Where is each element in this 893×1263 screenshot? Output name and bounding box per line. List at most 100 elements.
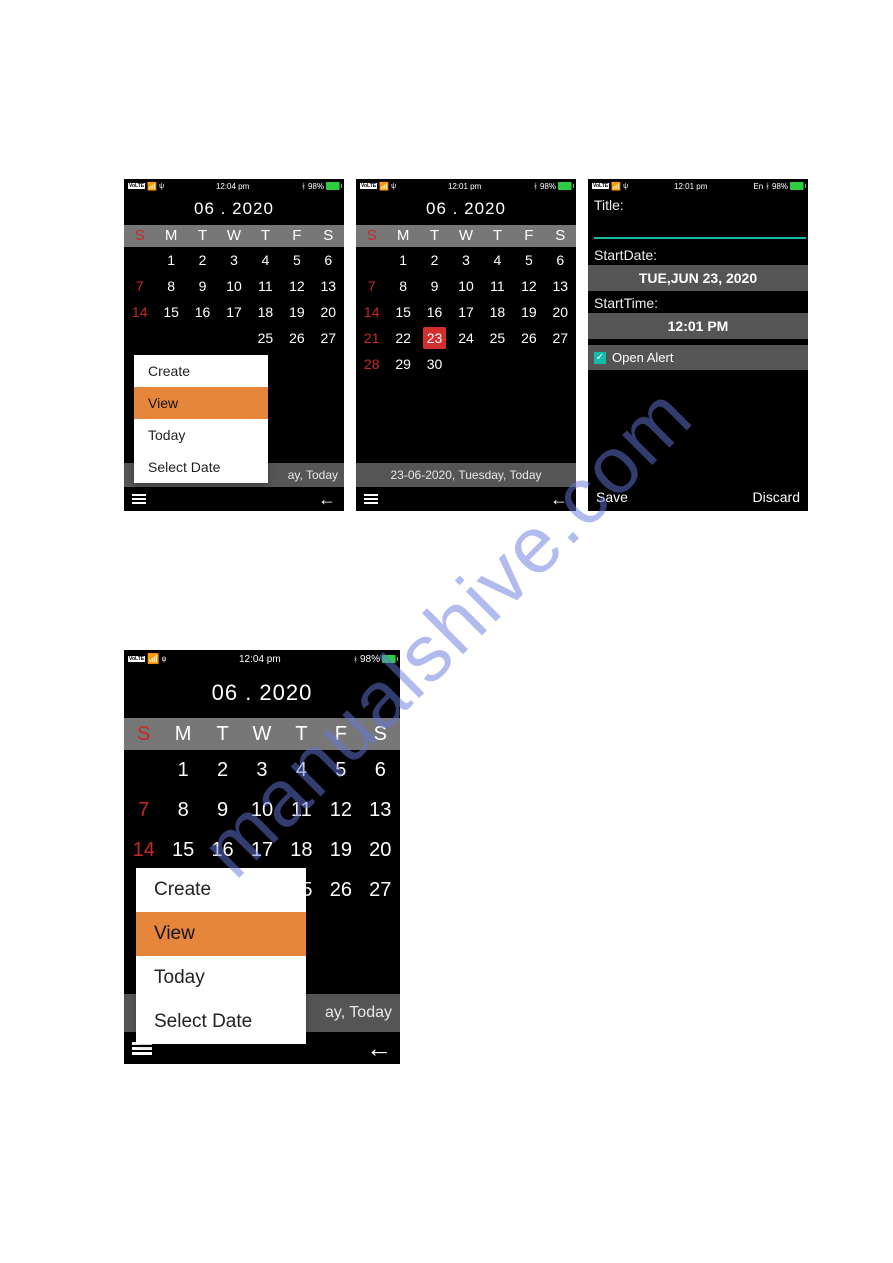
- day-cell-selected[interactable]: 23: [423, 327, 446, 349]
- day-cell[interactable]: 19: [281, 299, 312, 325]
- day-cell[interactable]: 4: [482, 247, 513, 273]
- menu-icon[interactable]: [364, 494, 378, 504]
- menu-create[interactable]: Create: [134, 355, 268, 387]
- day-cell[interactable]: 9: [187, 273, 218, 299]
- menu-view[interactable]: View: [134, 387, 268, 419]
- menu-create[interactable]: Create: [136, 868, 306, 912]
- day-cell[interactable]: 1: [155, 247, 186, 273]
- open-alert-row[interactable]: ✓ Open Alert: [588, 345, 808, 370]
- day-cell[interactable]: 20: [545, 299, 576, 325]
- day-cell[interactable]: 6: [313, 247, 344, 273]
- day-cell[interactable]: 21: [356, 325, 387, 351]
- day-cell[interactable]: 22: [387, 325, 418, 351]
- day-cell[interactable]: 2: [203, 750, 242, 790]
- day-cell[interactable]: 12: [321, 790, 360, 830]
- day-cell[interactable]: 15: [163, 830, 202, 870]
- day-cell[interactable]: 2: [419, 247, 450, 273]
- back-icon[interactable]: ←: [550, 489, 568, 510]
- day-cell[interactable]: 14: [124, 299, 155, 325]
- day-cell[interactable]: 27: [361, 870, 400, 910]
- back-icon[interactable]: ←: [366, 1033, 392, 1064]
- menu-today[interactable]: Today: [134, 419, 268, 451]
- day-cell[interactable]: 3: [218, 247, 249, 273]
- menu-today[interactable]: Today: [136, 956, 306, 1000]
- day-cell[interactable]: 9: [203, 790, 242, 830]
- day-cell[interactable]: 14: [124, 830, 163, 870]
- day-cell[interactable]: 4: [250, 247, 281, 273]
- day-cell[interactable]: 13: [313, 273, 344, 299]
- checkbox-icon[interactable]: ✓: [594, 352, 606, 364]
- startdate-value[interactable]: TUE,JUN 23, 2020: [588, 265, 808, 291]
- day-cell[interactable]: 7: [124, 273, 155, 299]
- day-cell[interactable]: 25: [250, 325, 281, 351]
- day-cell[interactable]: 7: [356, 273, 387, 299]
- day-cell[interactable]: 11: [482, 273, 513, 299]
- save-button[interactable]: Save: [596, 489, 628, 505]
- day-cell[interactable]: 6: [361, 750, 400, 790]
- volte-icon: VoLTE: [128, 183, 145, 189]
- day-cell[interactable]: 27: [545, 325, 576, 351]
- day-cell[interactable]: 11: [282, 790, 321, 830]
- day-cell[interactable]: 26: [321, 870, 360, 910]
- day-cell[interactable]: 3: [242, 750, 281, 790]
- week-row: 7 8 9 10 11 12 13: [124, 273, 344, 299]
- day-cell[interactable]: 12: [281, 273, 312, 299]
- day-cell[interactable]: 8: [163, 790, 202, 830]
- menu-select-date[interactable]: Select Date: [136, 1000, 306, 1044]
- day-cell[interactable]: 15: [387, 299, 418, 325]
- day-cell[interactable]: 15: [155, 299, 186, 325]
- starttime-value[interactable]: 12:01 PM: [588, 313, 808, 339]
- day-cell[interactable]: 17: [450, 299, 481, 325]
- day-cell[interactable]: 20: [361, 830, 400, 870]
- day-cell[interactable]: 16: [203, 830, 242, 870]
- day-cell[interactable]: 16: [419, 299, 450, 325]
- discard-button[interactable]: Discard: [753, 489, 800, 505]
- day-cell[interactable]: 2: [187, 247, 218, 273]
- day-cell[interactable]: 10: [450, 273, 481, 299]
- day-cell[interactable]: 13: [545, 273, 576, 299]
- day-cell[interactable]: 10: [218, 273, 249, 299]
- day-cell[interactable]: 8: [155, 273, 186, 299]
- day-cell[interactable]: 10: [242, 790, 281, 830]
- day-cell[interactable]: 6: [545, 247, 576, 273]
- day-cell[interactable]: 13: [361, 790, 400, 830]
- day-cell[interactable]: 1: [163, 750, 202, 790]
- startdate-label: StartDate:: [588, 243, 808, 265]
- day-cell[interactable]: 19: [513, 299, 544, 325]
- day-cell[interactable]: 7: [124, 790, 163, 830]
- day-cell[interactable]: 12: [513, 273, 544, 299]
- day-cell[interactable]: 26: [513, 325, 544, 351]
- day-cell[interactable]: 16: [187, 299, 218, 325]
- day-cell[interactable]: 11: [250, 273, 281, 299]
- day-cell[interactable]: 18: [482, 299, 513, 325]
- menu-icon[interactable]: [132, 494, 146, 504]
- day-cell[interactable]: 30: [419, 351, 450, 377]
- day-cell[interactable]: 29: [387, 351, 418, 377]
- day-cell[interactable]: 4: [282, 750, 321, 790]
- menu-view[interactable]: View: [136, 912, 306, 956]
- day-cell[interactable]: 28: [356, 351, 387, 377]
- day-cell[interactable]: 27: [313, 325, 344, 351]
- back-icon[interactable]: ←: [318, 489, 336, 510]
- day-cell[interactable]: 5: [321, 750, 360, 790]
- day-cell[interactable]: 14: [356, 299, 387, 325]
- day-cell[interactable]: 18: [282, 830, 321, 870]
- day-cell[interactable]: 25: [482, 325, 513, 351]
- day-cell[interactable]: 20: [313, 299, 344, 325]
- day-cell[interactable]: 5: [281, 247, 312, 273]
- day-cell[interactable]: 17: [218, 299, 249, 325]
- day-cell[interactable]: 18: [250, 299, 281, 325]
- day-cell[interactable]: 8: [387, 273, 418, 299]
- dow-sun: S: [124, 225, 155, 247]
- day-cell[interactable]: 26: [281, 325, 312, 351]
- day-cell[interactable]: 3: [450, 247, 481, 273]
- day-cell[interactable]: 9: [419, 273, 450, 299]
- menu-select-date[interactable]: Select Date: [134, 451, 268, 483]
- usb-icon: ψ: [623, 183, 628, 190]
- day-cell[interactable]: 5: [513, 247, 544, 273]
- day-cell[interactable]: 17: [242, 830, 281, 870]
- day-cell[interactable]: 19: [321, 830, 360, 870]
- day-cell[interactable]: 1: [387, 247, 418, 273]
- title-input[interactable]: [594, 215, 806, 239]
- day-cell[interactable]: 24: [450, 325, 481, 351]
